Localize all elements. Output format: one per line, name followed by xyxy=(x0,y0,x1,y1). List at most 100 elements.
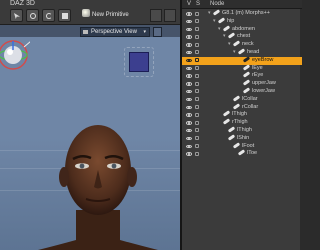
scene-node[interactable]: lThigh xyxy=(223,126,252,135)
eye-icon[interactable] xyxy=(186,58,192,63)
scene-node[interactable]: lShin xyxy=(223,134,250,143)
eye-icon[interactable] xyxy=(186,113,192,117)
scene-node[interactable]: lowerJaw xyxy=(238,87,275,96)
eye-icon[interactable] xyxy=(186,152,192,156)
selectable-toggle-icon[interactable] xyxy=(195,120,199,125)
scene-node[interactable]: lToe xyxy=(233,149,257,158)
scene-tree-row[interactable]: ▾ G8.1 (m) Morphs++ xyxy=(182,9,302,18)
selectable-toggle-icon[interactable] xyxy=(195,128,199,133)
scale-tool-button[interactable] xyxy=(58,9,71,22)
scene-tree-row[interactable]: lThigh xyxy=(182,110,302,119)
selectable-toggle-icon[interactable] xyxy=(195,112,199,117)
eye-icon[interactable] xyxy=(186,121,192,125)
render-button[interactable] xyxy=(164,9,176,22)
eye-icon[interactable] xyxy=(186,144,192,149)
eye-icon[interactable] xyxy=(186,43,192,47)
eye-icon[interactable] xyxy=(186,12,192,16)
collapse-arrow-icon[interactable]: ▾ xyxy=(228,41,233,49)
selectable-toggle-icon[interactable] xyxy=(195,97,199,102)
eye-icon[interactable] xyxy=(186,50,192,55)
selectable-toggle-icon[interactable] xyxy=(195,144,199,149)
scene-node[interactable]: rEye xyxy=(238,71,263,80)
scene-tree-row[interactable]: rCollar xyxy=(182,102,302,112)
scene-tree-row[interactable]: lowerJaw xyxy=(182,87,302,96)
scene-node[interactable]: lEye xyxy=(238,63,263,73)
scene-node[interactable]: ▾ abdomen xyxy=(218,24,255,34)
selectable-toggle-icon[interactable] xyxy=(195,34,199,39)
rotate-tool-button[interactable] xyxy=(42,9,55,22)
scene-node-label: eyeBrow xyxy=(252,56,274,63)
render-settings-button[interactable] xyxy=(150,9,162,22)
scene-tree-row[interactable]: lCollar xyxy=(182,95,302,104)
scene-tree-row[interactable]: ▾ hip xyxy=(182,17,302,26)
scene-node[interactable]: lThigh xyxy=(218,110,247,119)
eye-icon[interactable] xyxy=(186,97,192,102)
selectable-toggle-icon[interactable] xyxy=(195,66,199,71)
viewport-options-button[interactable] xyxy=(153,27,162,37)
selectable-toggle-icon[interactable] xyxy=(195,151,199,156)
scene-node[interactable]: ▾ head xyxy=(233,48,259,57)
scene-tree-row[interactable]: ▾ abdomen xyxy=(182,24,302,34)
bone-icon xyxy=(232,95,241,102)
scene-tree-row[interactable]: upperJaw xyxy=(182,79,302,88)
eye-icon[interactable] xyxy=(186,66,192,71)
rotation-gizmo[interactable] xyxy=(0,38,30,72)
new-primitive-button[interactable]: New Primitive xyxy=(82,9,148,22)
scene-node[interactable]: ▾ neck xyxy=(228,40,254,49)
scene-node-label: abdomen xyxy=(232,25,255,32)
selectable-toggle-icon[interactable] xyxy=(195,136,199,141)
collapse-arrow-icon[interactable]: ▾ xyxy=(223,33,228,41)
eye-icon[interactable] xyxy=(186,82,192,86)
scene-node-label: hip xyxy=(227,17,235,24)
selectable-toggle-icon[interactable] xyxy=(195,105,199,110)
selectable-toggle-icon[interactable] xyxy=(195,89,199,94)
eye-icon[interactable] xyxy=(186,35,192,39)
scene-node[interactable]: eyeBrow xyxy=(238,56,274,65)
selectable-toggle-icon[interactable] xyxy=(195,73,199,78)
scene-node-label: lShin xyxy=(237,134,250,141)
eye-icon[interactable] xyxy=(186,74,192,78)
selectable-toggle-icon[interactable] xyxy=(195,42,199,47)
chevron-down-icon: ▾ xyxy=(143,29,146,35)
scene-tree-row[interactable]: ▾ chest xyxy=(182,32,302,41)
scene-tree-row[interactable]: lToe xyxy=(182,149,302,158)
scene-node-label: rThigh xyxy=(232,119,248,126)
eye-icon[interactable] xyxy=(186,128,192,133)
selectable-toggle-icon[interactable] xyxy=(195,81,199,86)
selectable-toggle-icon[interactable] xyxy=(195,27,199,32)
scene-tree[interactable]: ▾ G8.1 (m) Morphs++ ▾ hip ▾ abdomen ▾ chest ▾ nec… xyxy=(182,9,302,158)
character-figure[interactable] xyxy=(38,115,158,250)
scene-tree-row[interactable]: ▾ head xyxy=(182,48,302,57)
eye-icon[interactable] xyxy=(186,105,192,110)
scene-node[interactable]: rCollar xyxy=(228,102,258,112)
visible-column-header[interactable]: V xyxy=(187,0,191,9)
eye-icon[interactable] xyxy=(186,27,192,32)
eye-icon[interactable] xyxy=(186,89,192,94)
scene-tree-row[interactable]: eyeBrow xyxy=(182,56,302,65)
selectable-column-header[interactable]: S xyxy=(196,0,200,9)
universal-tool-button[interactable] xyxy=(26,9,39,22)
view-selector-dropdown[interactable]: Perspective View ▾ xyxy=(80,27,150,37)
selectable-toggle-icon[interactable] xyxy=(195,50,199,55)
selectable-toggle-icon[interactable] xyxy=(195,11,199,16)
scene-tree-row[interactable]: lThigh xyxy=(182,126,302,135)
scene-node[interactable]: ▾ hip xyxy=(213,17,235,26)
node-selection-tool-button[interactable] xyxy=(10,9,23,22)
scene-node[interactable]: lCollar xyxy=(228,95,258,104)
eye-icon[interactable] xyxy=(186,19,192,24)
3d-viewport[interactable]: DAZ 3D New Primitive Perspective View ▾ xyxy=(0,0,180,250)
scene-node[interactable]: lFoot xyxy=(228,141,254,151)
selectable-toggle-icon[interactable] xyxy=(195,58,199,63)
node-column-header[interactable]: Node xyxy=(210,0,224,9)
scene-node[interactable]: ▾ G8.1 (m) Morphs++ xyxy=(208,9,270,18)
scene-tree-row[interactable]: rEye xyxy=(182,71,302,80)
selectable-toggle-icon[interactable] xyxy=(195,19,199,24)
scene-node-label: lThigh xyxy=(237,126,252,133)
scene-tree-row[interactable]: lEye xyxy=(182,63,302,73)
eye-icon[interactable] xyxy=(186,136,192,141)
view-cube[interactable] xyxy=(129,52,149,72)
scene-tree-row[interactable]: lShin xyxy=(182,134,302,143)
scene-tree-row[interactable]: rThigh xyxy=(182,118,302,127)
bone-icon xyxy=(222,118,231,125)
scene-node[interactable]: upperJaw xyxy=(238,79,276,88)
